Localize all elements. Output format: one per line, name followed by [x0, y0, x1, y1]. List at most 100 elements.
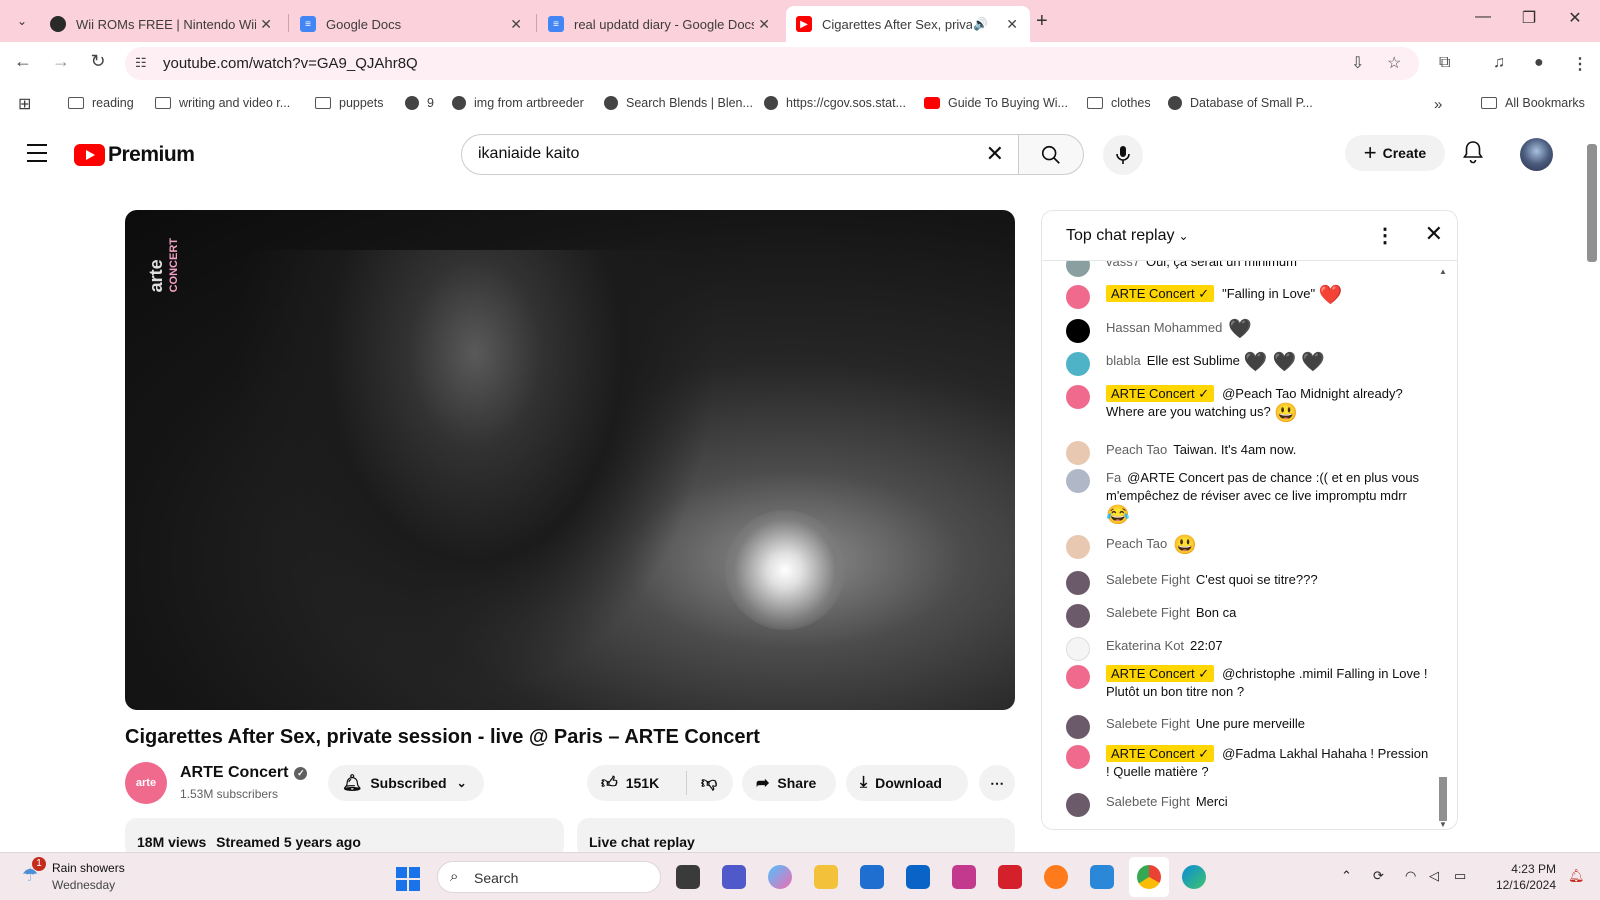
photos-icon[interactable] — [1090, 865, 1114, 889]
bookmark-guide[interactable]: Guide To Buying Wi... — [924, 96, 1068, 110]
tab-diary-doc[interactable]: ≡ real updatd diary - Google Docs ✕ — [538, 6, 782, 42]
chat-author[interactable]: Salebete Fight — [1106, 572, 1190, 587]
scroll-up-icon[interactable]: ▲ — [1439, 267, 1447, 276]
hamburger-menu-icon[interactable] — [27, 144, 47, 168]
mcafee-icon[interactable] — [998, 865, 1022, 889]
chat-close-icon[interactable]: ✕ — [1425, 221, 1443, 247]
file-explorer-gray-icon[interactable] — [676, 865, 700, 889]
bookmark-star-icon[interactable]: ☆ — [1387, 53, 1401, 73]
chat-author[interactable]: Peach Tao — [1106, 442, 1167, 457]
chat-author[interactable]: blabla — [1106, 353, 1141, 368]
chat-author[interactable]: Ekaterina Kot — [1106, 638, 1184, 653]
video-player[interactable]: arte CONCERT — [125, 210, 1015, 710]
all-bookmarks-button[interactable]: All Bookmarks — [1481, 96, 1585, 110]
tab-google-docs[interactable]: ≡ Google Docs ✕ — [290, 6, 534, 42]
sync-icon[interactable]: ⟳ — [1373, 868, 1384, 884]
tab-search-menu-icon[interactable]: ⌄ — [10, 9, 34, 33]
menu-icon[interactable]: ⋮ — [1572, 54, 1588, 74]
install-app-icon[interactable]: ⇩ — [1351, 53, 1364, 73]
clear-search-icon[interactable]: ✕ — [986, 141, 1004, 167]
channel-name[interactable]: ARTE Concert — [180, 764, 288, 781]
bookmark-clothes[interactable]: clothes — [1087, 96, 1151, 110]
tab-youtube-active[interactable]: ▶ Cigarettes After Sex, private 🔊 ✕ — [786, 6, 1030, 42]
owner-badge[interactable]: ARTE Concert ✓ — [1106, 385, 1215, 402]
back-icon[interactable]: ← — [11, 51, 35, 72]
chat-author[interactable]: Salebete Fight — [1106, 605, 1190, 620]
chat-author[interactable]: vass7 — [1106, 261, 1140, 269]
scroll-down-icon[interactable]: ▼ — [1439, 820, 1447, 829]
chat-more-icon[interactable]: ⋮ — [1375, 223, 1395, 248]
bookmark-9[interactable]: 9 — [405, 96, 434, 110]
wifi-icon[interactable]: ◠ — [1405, 868, 1416, 884]
chat-author[interactable]: Salebete Fight — [1106, 716, 1190, 731]
channel-avatar[interactable]: arte — [125, 762, 167, 804]
tab-close-icon[interactable]: ✕ — [260, 16, 272, 33]
owner-badge[interactable]: ARTE Concert ✓ — [1106, 745, 1215, 762]
clock[interactable]: 4:23 PM 12/16/2024 — [1486, 861, 1556, 893]
bookmark-writing[interactable]: writing and video r... — [155, 96, 290, 110]
page-scrollbar[interactable] — [1584, 124, 1600, 852]
volume-icon[interactable]: ◁ — [1429, 868, 1439, 884]
copilot-icon[interactable] — [768, 865, 792, 889]
teams-icon[interactable] — [722, 865, 746, 889]
forward-icon[interactable]: → — [49, 51, 73, 72]
tab-close-icon[interactable]: ✕ — [758, 16, 770, 33]
chat-mode-dropdown[interactable]: Top chat replay ⌄ — [1066, 227, 1189, 245]
reload-icon[interactable]: ↻ — [86, 51, 110, 72]
youtube-premium-logo[interactable]: Premium — [74, 143, 195, 167]
voice-search-button[interactable] — [1103, 135, 1143, 175]
tab-close-icon[interactable]: ✕ — [510, 16, 522, 33]
app-icon[interactable] — [952, 865, 976, 889]
bookmark-blends[interactable]: Search Blends | Blen... — [604, 96, 753, 110]
start-button[interactable] — [396, 867, 420, 891]
firefox-icon[interactable] — [1044, 865, 1068, 889]
file-explorer-icon[interactable] — [814, 865, 838, 889]
notifications-button[interactable] — [1462, 140, 1484, 169]
url-text[interactable]: youtube.com/watch?v=GA9_QJAhr8Q — [163, 55, 418, 72]
channel-name-link[interactable]: ARTE Concert ✓ — [180, 764, 308, 782]
restore-button[interactable]: ❐ — [1517, 8, 1541, 28]
apps-grid-icon[interactable]: ⊞ — [18, 94, 31, 114]
chat-scroll-thumb[interactable] — [1439, 777, 1447, 821]
close-window-button[interactable]: ✕ — [1563, 8, 1587, 28]
store-icon[interactable] — [860, 865, 884, 889]
chat-author[interactable]: Peach Tao — [1106, 536, 1167, 551]
address-bar[interactable]: ☷ youtube.com/watch?v=GA9_QJAhr8Q ⇩ ☆ — [125, 47, 1419, 80]
dislike-button[interactable]: 👎︎ — [687, 774, 725, 793]
search-button[interactable] — [1019, 134, 1084, 175]
minimize-button[interactable]: — — [1471, 8, 1495, 26]
owner-badge[interactable]: ARTE Concert ✓ — [1106, 285, 1215, 302]
like-button[interactable]: 👍︎ 151K — [587, 771, 687, 795]
site-info-icon[interactable]: ☷ — [135, 55, 147, 71]
chat-scrollbar[interactable]: ▲ ▼ — [1439, 267, 1447, 829]
outlook-icon[interactable] — [906, 865, 930, 889]
bookmark-puppets[interactable]: puppets — [315, 96, 383, 110]
tab-close-icon[interactable]: ✕ — [1006, 16, 1018, 33]
bookmark-cgov[interactable]: https://cgov.sos.stat... — [764, 96, 906, 110]
speaker-icon[interactable]: 🔊 — [973, 17, 988, 31]
chat-author[interactable]: Salebete Fight — [1106, 794, 1190, 809]
share-button[interactable]: ➦ Share — [742, 765, 836, 801]
more-bookmarks-icon[interactable]: » — [1434, 96, 1442, 113]
extensions-icon[interactable]: ⧉ — [1439, 54, 1450, 72]
media-controls-icon[interactable]: ♫ — [1493, 54, 1505, 72]
subscribed-button[interactable]: 🔔︎ Subscribed ⌄ — [328, 765, 484, 801]
owner-badge[interactable]: ARTE Concert ✓ — [1106, 665, 1215, 682]
battery-icon[interactable]: ▭ — [1454, 868, 1466, 884]
tab-wii-roms[interactable]: Wii ROMs FREE | Nintendo Wii ✕ — [40, 6, 284, 42]
chat-author[interactable]: Fa — [1106, 470, 1121, 485]
chevron-up-icon[interactable]: ⌃ — [1341, 868, 1352, 884]
account-avatar[interactable] — [1520, 138, 1553, 171]
notification-bell-icon[interactable]: 🔔︎ — [1568, 868, 1585, 884]
page-scroll-thumb[interactable] — [1587, 144, 1597, 262]
bookmark-database[interactable]: Database of Small P... — [1168, 96, 1313, 110]
profile-icon[interactable]: ● — [1534, 54, 1544, 72]
edge-icon[interactable] — [1182, 865, 1206, 889]
new-tab-button[interactable]: + — [1036, 10, 1048, 33]
taskbar-search[interactable]: ⌕ Search — [437, 861, 661, 893]
search-input[interactable]: ikaniaide kaito ✕ — [461, 134, 1019, 175]
bookmark-reading[interactable]: reading — [68, 96, 134, 110]
create-button[interactable]: + Create — [1345, 135, 1445, 171]
chat-author[interactable]: Hassan Mohammed — [1106, 320, 1222, 335]
search-query[interactable]: ikaniaide kaito — [478, 145, 579, 163]
